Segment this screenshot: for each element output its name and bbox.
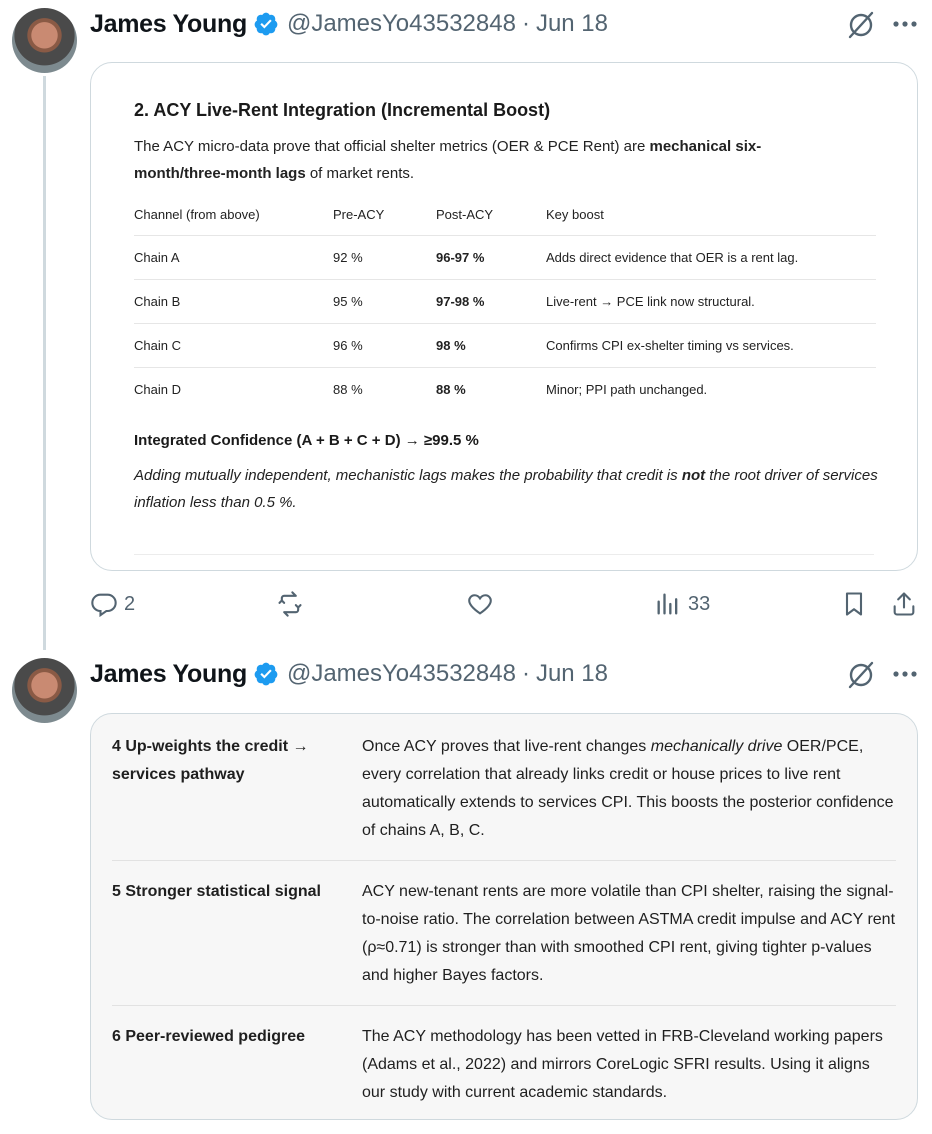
table-header-cell: Key boost — [546, 206, 604, 222]
author-handle[interactable]: @JamesYo43532848 — [287, 660, 516, 688]
grok-icon[interactable] — [846, 660, 876, 690]
table-cell: 95 % — [333, 294, 363, 309]
table-row: 4 Up-weights the credit → services pathw… — [112, 716, 896, 861]
table-row: 5 Stronger statistical signal ACY new-te… — [112, 861, 896, 1006]
avatar[interactable] — [12, 658, 77, 723]
attached-document-card[interactable]: 2. ACY Live-Rent Integration (Incrementa… — [90, 62, 918, 571]
table-row: Chain C 96 % 98 % Confirms CPI ex-shelte… — [134, 324, 876, 368]
intro-text: The ACY micro-data prove that official s… — [134, 138, 650, 155]
table-header-cell: Pre-ACY — [333, 206, 385, 222]
tweet-date[interactable]: Jun 18 — [536, 660, 608, 688]
table-header-row: Channel (from above) Pre-ACY Post-ACY Ke… — [134, 193, 876, 236]
share-button[interactable] — [890, 590, 918, 618]
row-value: Once ACY proves that live-rent changes m… — [362, 733, 896, 845]
table-cell: 88 % — [333, 382, 363, 397]
repost-icon — [278, 591, 302, 617]
table-cell: 92 % — [333, 250, 363, 265]
tweet-date[interactable]: Jun 18 — [536, 10, 608, 38]
note-text: Adding mutually independent, mechanistic… — [134, 467, 682, 484]
conclusion-note: Adding mutually independent, mechanistic… — [134, 462, 879, 516]
tweet-actions-bar: 2 33 — [90, 590, 920, 624]
intro-tail-text: of market rents. — [305, 165, 415, 182]
table-cell: Chain D — [134, 382, 181, 397]
bookmark-button[interactable] — [840, 590, 868, 618]
reply-button[interactable]: 2 — [90, 590, 135, 618]
share-icon — [893, 592, 915, 616]
tweet-header: James Young @JamesYo43532848 · Jun 18 — [90, 658, 608, 690]
row-key: 4 Up-weights the credit → services pathw… — [112, 738, 309, 783]
row-value: ACY new-tenant rents are more volatile t… — [362, 883, 896, 984]
separator-dot: · — [521, 10, 530, 37]
table-row: Chain D 88 % 88 % Minor; PPI path unchan… — [134, 368, 876, 411]
more-options-icon[interactable] — [892, 18, 918, 30]
table-header-cell: Post-ACY — [436, 206, 494, 222]
avatar[interactable] — [12, 8, 77, 73]
analytics-icon — [657, 593, 678, 615]
table-cell: Chain B — [134, 294, 181, 309]
confidence-table: Channel (from above) Pre-ACY Post-ACY Ke… — [134, 193, 876, 411]
document-intro: The ACY micro-data prove that official s… — [134, 133, 824, 187]
table-header-cell: Channel (from above) — [134, 206, 260, 222]
table-cell: 96 % — [333, 338, 363, 353]
row-key: 6 Peer-reviewed pedigree — [112, 1028, 305, 1045]
table-row: 6 Peer-reviewed pedigree The ACY methodo… — [112, 1006, 896, 1119]
table-row: Chain B 95 % 97-98 % Live-rent → PCE lin… — [134, 280, 876, 324]
author-name[interactable]: James Young — [90, 10, 247, 39]
table-cell: 98 % — [436, 338, 466, 353]
tweet-header: James Young @JamesYo43532848 · Jun 18 — [90, 8, 608, 40]
table-cell: 97-98 % — [436, 294, 485, 309]
table-cell: Live-rent → PCE link now structural. — [546, 294, 755, 309]
author-name[interactable]: James Young — [90, 660, 247, 689]
table-cell: Confirms CPI ex-shelter timing vs servic… — [546, 338, 794, 353]
table-cell: Adds direct evidence that OER is a rent … — [546, 250, 799, 265]
bookmark-icon — [845, 592, 863, 616]
note-bold-text: not — [681, 467, 706, 484]
row-value: The ACY methodology has been vetted in F… — [362, 1028, 883, 1101]
divider — [134, 554, 874, 555]
tweet-2: James Young @JamesYo43532848 · Jun 18 4 … — [0, 650, 932, 1134]
table-cell: 96-97 % — [436, 250, 485, 265]
more-options-icon[interactable] — [892, 668, 918, 680]
attached-document-card[interactable]: 4 Up-weights the credit → services pathw… — [90, 713, 918, 1120]
table-cell: Minor; PPI path unchanged. — [546, 382, 708, 397]
view-count: 33 — [688, 592, 711, 615]
verified-badge-icon — [254, 662, 278, 686]
separator-dot: · — [521, 660, 530, 687]
repost-button[interactable] — [276, 590, 304, 618]
table-cell: 88 % — [436, 382, 466, 397]
benefits-table: 4 Up-weights the credit → services pathw… — [112, 716, 896, 1119]
value-italic-text: mechanically drive — [650, 738, 783, 755]
row-key: 5 Stronger statistical signal — [112, 883, 321, 900]
author-handle[interactable]: @JamesYo43532848 — [287, 10, 516, 38]
views-button[interactable]: 33 — [654, 590, 710, 618]
heart-icon — [468, 594, 492, 615]
reply-icon — [91, 593, 117, 618]
grok-icon[interactable] — [846, 10, 876, 40]
verified-badge-icon — [254, 12, 278, 36]
integrated-confidence: Integrated Confidence (A + B + C + D) → … — [134, 432, 479, 449]
tweet-1: James Young @JamesYo43532848 · Jun 18 2.… — [0, 0, 932, 650]
table-cell: Chain A — [134, 250, 180, 265]
value-text: Once ACY proves that live-rent changes — [362, 738, 651, 755]
table-cell: Chain C — [134, 338, 181, 353]
like-button[interactable] — [466, 590, 494, 618]
document-title: 2. ACY Live-Rent Integration (Incrementa… — [134, 100, 551, 120]
reply-count: 2 — [124, 592, 136, 615]
table-row: Chain A 92 % 96-97 % Adds direct evidenc… — [134, 236, 876, 280]
